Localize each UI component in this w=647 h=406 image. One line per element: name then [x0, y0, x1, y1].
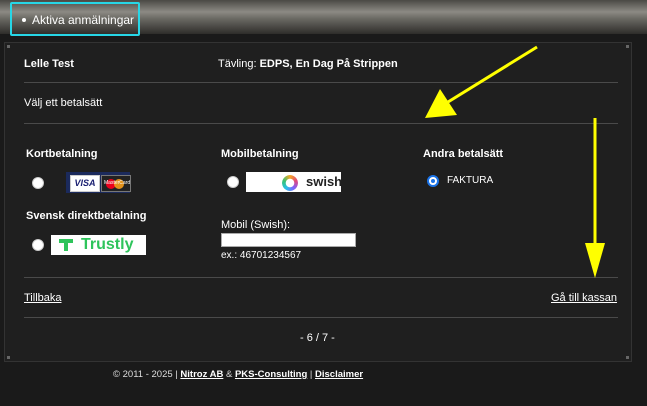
swish-logo[interactable]: swish: [246, 172, 343, 192]
bullet-icon: [22, 17, 26, 22]
tab-label: Aktiva anmälningar: [32, 13, 135, 27]
corner-dot: [7, 356, 10, 359]
amp-text: &: [225, 369, 233, 380]
mastercard-icon: MasterCard: [101, 175, 131, 192]
driver-name: Lelle Test: [24, 58, 74, 70]
card-logos[interactable]: VISA MasterCard: [66, 172, 131, 193]
competition-name: EDPS, En Dag På Strippen: [259, 58, 398, 70]
nitroz-link[interactable]: Nitroz AB: [180, 369, 223, 380]
active-registrations-tab[interactable]: Aktiva anmälningar: [10, 2, 140, 36]
trustly-logo[interactable]: Trustly: [51, 235, 146, 255]
back-link[interactable]: Tillbaka: [24, 292, 62, 304]
other-payment-title: Andra betalsätt: [423, 148, 504, 160]
separator-text: |: [309, 369, 313, 380]
mobile-number-input[interactable]: [221, 233, 356, 247]
checkout-link[interactable]: Gå till kassan: [551, 292, 617, 304]
choose-payment-label: Välj ett betalsätt: [24, 97, 103, 109]
divider: [24, 317, 618, 318]
mobile-example-text: ex.: 46701234567: [221, 250, 302, 261]
corner-dot: [626, 45, 629, 48]
trustly-logo-text: Trustly: [81, 236, 134, 253]
mobile-payment-title: Mobilbetalning: [221, 148, 299, 160]
mobile-field-label: Mobil (Swish):: [221, 219, 291, 231]
invoice-radio[interactable]: [427, 175, 439, 187]
visa-icon: VISA: [70, 175, 100, 192]
invoice-label[interactable]: FAKTURA: [447, 175, 493, 186]
card-payment-radio[interactable]: [32, 177, 44, 189]
divider: [24, 277, 618, 278]
swish-icon: [282, 175, 298, 191]
tab-item[interactable]: Aktiva anmälningar: [22, 13, 134, 27]
footer-text: © 2011 - 2025 | Nitroz AB & PKS-Consulti…: [113, 369, 363, 380]
payment-panel: Lelle Test Tävling: EDPS, En Dag På Stri…: [4, 42, 632, 362]
competition-label: Tävling:: [218, 58, 257, 70]
pks-consulting-link[interactable]: PKS-Consulting: [235, 369, 307, 380]
divider: [24, 82, 618, 83]
divider: [24, 123, 618, 124]
trustly-radio[interactable]: [32, 239, 44, 251]
corner-dot: [626, 356, 629, 359]
direct-payment-title: Svensk direktbetalning: [26, 210, 147, 222]
corner-dot: [7, 45, 10, 48]
copyright-text: © 2011 - 2025 |: [113, 369, 178, 380]
card-payment-title: Kortbetalning: [26, 148, 98, 160]
swish-radio[interactable]: [227, 176, 239, 188]
competition-info: Tävling: EDPS, En Dag På Strippen: [218, 58, 398, 70]
swish-logo-text: swish: [306, 174, 343, 189]
page-indicator: - 6 / 7 -: [300, 332, 335, 344]
trustly-icon: [59, 239, 73, 251]
disclaimer-link[interactable]: Disclaimer: [315, 369, 363, 380]
